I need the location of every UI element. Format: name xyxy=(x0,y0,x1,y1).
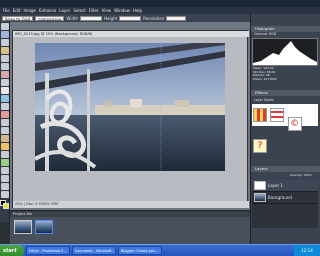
histogram-stats: Mean: 104.52 Std Dev: 58.06 Median: 96 P… xyxy=(253,66,317,81)
menu-window[interactable]: Window xyxy=(114,8,130,13)
pier-railing-photo xyxy=(35,43,225,171)
blur-tool-icon[interactable] xyxy=(0,183,9,190)
sponge-tool-icon[interactable] xyxy=(0,191,9,198)
title-bar xyxy=(0,0,320,7)
menu-select[interactable]: Select xyxy=(73,8,85,13)
menu-bar: File Edit Image Enhance Layer Select Fil… xyxy=(0,7,320,14)
gradient-tool-icon[interactable] xyxy=(0,167,9,174)
comparison-field[interactable]: comparison xyxy=(35,15,65,22)
menu-edit[interactable]: Edit xyxy=(13,8,21,13)
crop-tool-icon[interactable] xyxy=(0,95,9,102)
project-bin: Project Bin xyxy=(10,210,250,244)
height-field[interactable] xyxy=(119,15,142,21)
effect-thumbnail[interactable]: ? xyxy=(253,139,267,153)
selection-brush-tool-icon[interactable] xyxy=(0,79,9,86)
toolbox xyxy=(0,22,10,222)
style-field[interactable]: Snap to Grid xyxy=(2,15,34,22)
menu-layer[interactable]: Layer xyxy=(59,8,70,13)
histogram-channel[interactable]: Channel: RGB xyxy=(251,32,320,36)
width-field[interactable] xyxy=(80,15,103,21)
histogram-pixels: Pixels: 2073600 xyxy=(253,76,277,81)
taskbar-item-blogger[interactable]: Blogger: Create pos... xyxy=(118,246,162,255)
document-title-tab[interactable]: IMG_0215.jpg @ 25% (Background, RGB/8) xyxy=(13,31,249,37)
red-eye-tool-icon[interactable] xyxy=(0,111,9,118)
document-window[interactable]: IMG_0215.jpg @ 25% (Background, RGB/8) 2… xyxy=(12,30,249,208)
app-window: File Edit Image Enhance Layer Select Fil… xyxy=(0,0,320,256)
paint-bucket-tool-icon[interactable] xyxy=(0,159,9,166)
healing-brush-tool-icon[interactable] xyxy=(0,119,9,126)
cookie-cutter-tool-icon[interactable] xyxy=(0,103,9,110)
layer-thumbnail xyxy=(254,181,266,190)
eraser-tool-icon[interactable] xyxy=(0,135,9,142)
layer-name: Background xyxy=(268,195,292,200)
menu-image[interactable]: Image xyxy=(23,8,36,13)
layers-panel-header[interactable]: Layers xyxy=(251,166,320,172)
layer-thumbnail xyxy=(254,193,266,202)
histogram-graph xyxy=(252,38,318,66)
effect-thumbnail[interactable] xyxy=(253,108,267,122)
document-status-bar: 25% | Doc: 5.93M/5.93M xyxy=(13,201,249,208)
taskbar-item-document[interactable]: Document - Microsoft... xyxy=(72,246,116,255)
lasso-tool-icon[interactable] xyxy=(0,63,9,70)
photo-canvas[interactable] xyxy=(35,43,225,171)
menu-file[interactable]: File xyxy=(3,8,10,13)
start-button[interactable]: start xyxy=(0,244,24,256)
shape-tool-icon[interactable] xyxy=(0,175,9,182)
layer-name: Layer 1 xyxy=(268,183,283,188)
pencil-tool-icon[interactable] xyxy=(0,143,9,150)
effect-thumbnail[interactable] xyxy=(270,108,285,122)
clone-stamp-tool-icon[interactable] xyxy=(0,127,9,134)
effects-tab[interactable]: Layer Styles xyxy=(252,97,318,103)
move-tool-icon[interactable] xyxy=(0,23,9,30)
brush-tool-icon[interactable] xyxy=(0,151,9,158)
bin-thumbnail[interactable] xyxy=(35,220,53,234)
menu-filter[interactable]: Filter xyxy=(89,8,99,13)
effects-gallery: © ? xyxy=(252,104,318,153)
magic-wand-tool-icon[interactable] xyxy=(0,71,9,78)
histogram-plot xyxy=(253,41,317,65)
effects-panel-header[interactable]: Effects xyxy=(251,90,320,96)
resolution-label: Resolution xyxy=(143,15,165,21)
windows-taskbar: start Editor - Photoshop E... Document -… xyxy=(0,244,320,256)
height-label: Height xyxy=(104,15,118,21)
menu-enhance[interactable]: Enhance xyxy=(39,8,56,13)
hand-tool-icon[interactable] xyxy=(0,39,9,46)
menu-help[interactable]: Help xyxy=(133,8,142,13)
system-tray-clock: 12:14 xyxy=(294,244,320,256)
width-label: Width xyxy=(66,15,79,21)
zoom-tool-icon[interactable] xyxy=(0,31,9,38)
layer-row[interactable]: Layer 1 xyxy=(252,180,318,192)
layer-opacity[interactable]: Opacity: 100% xyxy=(290,173,312,177)
options-bar: Snap to Grid comparison Width Height Res… xyxy=(0,14,250,22)
layers-list: Layer 1 Background xyxy=(252,180,318,228)
taskbar-item-photoshop[interactable]: Editor - Photoshop E... xyxy=(26,246,70,255)
effect-thumbnail[interactable]: © xyxy=(287,117,302,131)
eyedropper-tool-icon[interactable] xyxy=(0,47,9,54)
type-tool-icon[interactable] xyxy=(0,87,9,94)
background-color-swatch[interactable] xyxy=(3,203,9,209)
menu-view[interactable]: View xyxy=(102,8,112,13)
color-swatches[interactable] xyxy=(0,200,9,210)
resolution-field[interactable] xyxy=(166,15,187,21)
marquee-tool-icon[interactable] xyxy=(0,55,9,62)
layer-row[interactable]: Background xyxy=(252,192,318,204)
bin-thumbnail[interactable] xyxy=(14,220,32,234)
